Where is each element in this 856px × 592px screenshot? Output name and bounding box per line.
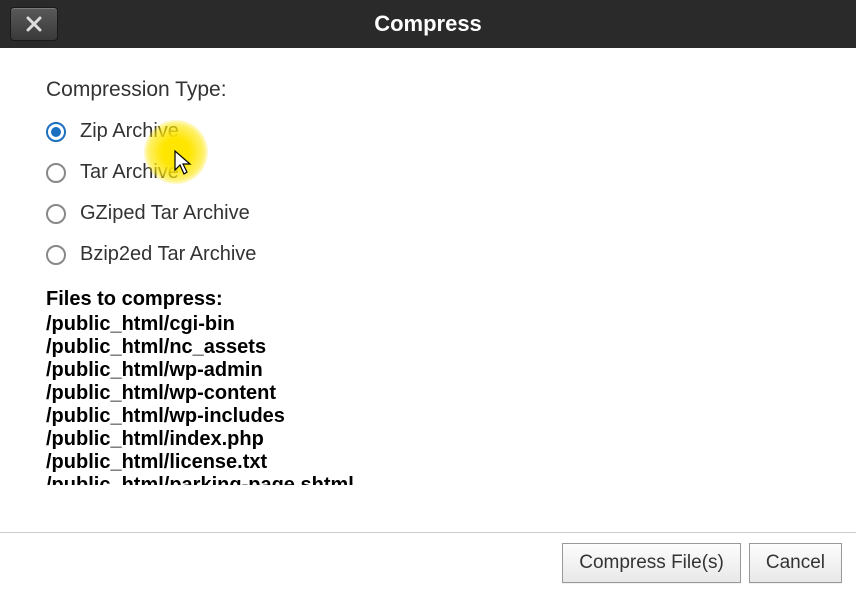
cancel-button[interactable]: Cancel (749, 543, 842, 583)
file-path: /public_html/wp-content (46, 382, 430, 405)
radio-option[interactable]: Tar Archive (46, 161, 814, 184)
radio-icon (46, 204, 66, 224)
radio-label: GZiped Tar Archive (80, 202, 250, 225)
radio-label: Tar Archive (80, 161, 179, 184)
dialog-title: Compress (0, 11, 856, 37)
file-path: /public_html/nc_assets (46, 336, 430, 359)
title-bar: Compress (0, 0, 856, 48)
radio-icon (46, 163, 66, 183)
dialog-content: Compression Type: Zip Archive Tar Archive… (0, 48, 856, 532)
compress-button[interactable]: Compress File(s) (562, 543, 741, 583)
file-path: /public_html/index.php (46, 428, 430, 451)
radio-label: Zip Archive (80, 120, 179, 143)
files-heading: Files to compress: (46, 288, 814, 311)
file-path: /public_html/wp-admin (46, 359, 430, 382)
radio-icon (46, 245, 66, 265)
radio-label: Bzip2ed Tar Archive (80, 243, 256, 266)
file-path: /public_html/parking-page.shtml (46, 474, 430, 485)
compression-type-heading: Compression Type: (46, 78, 814, 102)
close-button[interactable] (10, 7, 58, 41)
radio-option[interactable]: Zip Archive (46, 120, 814, 143)
file-path: /public_html/cgi-bin (46, 313, 430, 336)
files-list[interactable]: /public_html/cgi-bin/public_html/nc_asse… (46, 313, 430, 485)
radio-option[interactable]: GZiped Tar Archive (46, 202, 814, 225)
radio-icon (46, 122, 66, 142)
close-icon (26, 16, 42, 32)
file-path: /public_html/license.txt (46, 451, 430, 474)
file-path: /public_html/wp-includes (46, 405, 430, 428)
dialog-footer: Compress File(s) Cancel (0, 532, 856, 592)
radio-option[interactable]: Bzip2ed Tar Archive (46, 243, 814, 266)
